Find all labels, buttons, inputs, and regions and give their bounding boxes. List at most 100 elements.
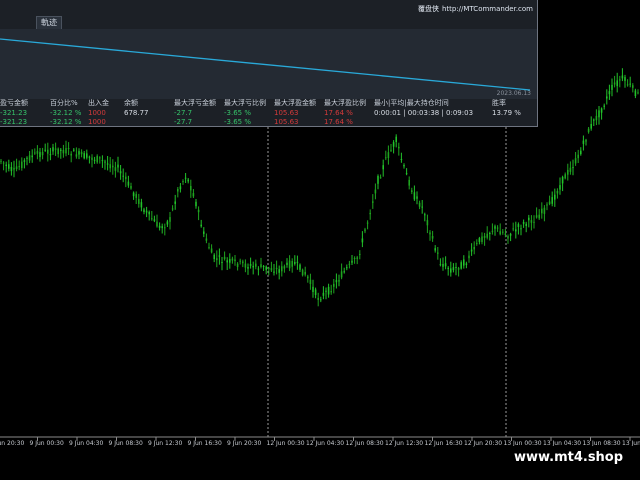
candle-body [507,236,509,239]
time-tick-label: 12 Jun 12:30 [385,440,424,447]
candle-body [252,265,254,268]
stat-cell: -27.7 [174,118,193,126]
candle-body [294,262,296,264]
candle-body [31,155,33,158]
candle-body [439,264,442,266]
stat-cell: 1000 [88,109,106,117]
candle-body [411,190,413,192]
candle-body [41,152,44,156]
candle-body [23,160,26,162]
candle-body [67,148,70,149]
candle-body [96,155,98,163]
candle-body [47,149,49,154]
candle-body [171,208,174,210]
candle-body [49,154,52,156]
candle-body [322,292,325,296]
candle-body [489,233,491,234]
time-tick-label: 12 Jun 16:30 [424,440,463,447]
candle-body [132,192,135,197]
stat-cell: -27.7 [174,109,193,117]
stat-cell: 百分比% [50,99,78,107]
candle-body [161,226,163,229]
candle-body [403,165,405,167]
candle-body [616,80,618,87]
stat-cell: 最大浮亏比例 [224,99,266,107]
candle-body [343,271,345,273]
candle-body [2,162,5,164]
equity-line [0,38,531,91]
candle-body [174,201,176,204]
candle-body [203,231,205,234]
tab-track[interactable]: 軌迹 [36,16,62,29]
candle-body [494,226,496,229]
candle-body [473,247,475,250]
candle-body [369,212,371,215]
candle-body [442,264,444,267]
candle-body [192,193,195,197]
candle-body [351,260,353,263]
candle-body [307,276,309,279]
candle-body [361,238,364,243]
candle-body [34,152,36,154]
candle-body [208,247,210,249]
brand-link[interactable]: 覆盘侠 http://MTCommander.com [418,4,533,14]
candle-body [374,189,377,194]
candle-body [62,150,65,154]
candle-body [606,96,608,99]
candle-body [504,233,507,235]
equity-date: 2023.06.13 [496,90,531,97]
candle-body [574,158,577,164]
candle-body [86,153,88,158]
candle-body [278,269,280,273]
candle-body [75,154,78,157]
candle-body [580,150,582,155]
stat-cell: 17.64 % [324,109,353,117]
candle-body [624,77,626,81]
candle-body [387,152,390,158]
candle-body [5,164,7,166]
candle-body [320,299,322,301]
candle-body [382,165,384,170]
candle-body [119,171,122,174]
candle-body [52,147,54,152]
candle-body [156,221,158,227]
candle-body [78,151,80,155]
time-tick-label: 9 Jun 04:30 [69,440,104,447]
candle-body [114,167,117,171]
candle-body [353,258,356,259]
candle-body [190,186,192,191]
candle-body [437,252,439,254]
time-tick-label: 12 Jun 00:30 [266,440,305,447]
candle-body [312,286,314,292]
stat-cell: 13.79 % [492,109,521,117]
candle-body [91,157,93,160]
stat-cell: -3.65 % [224,109,251,117]
candle-body [525,223,527,226]
candle-body [244,263,247,268]
candle-body [88,156,91,158]
candle-body [486,233,488,238]
candle-body [338,280,340,282]
stat-cell: -3.65 % [224,118,251,126]
candle-body [273,271,275,273]
candle-body [249,264,252,266]
candle-body [421,206,423,208]
candle-body [346,267,348,269]
candle-body [632,85,634,88]
candle-body [450,268,452,273]
candle-body [483,235,486,238]
time-tick-label: 9 Jun 12:30 [148,440,183,447]
brand-url[interactable]: http://MTCommander.com [442,5,533,13]
candle-body [340,271,343,278]
candle-body [515,229,517,232]
candle-body [166,221,169,225]
candle-body [457,268,460,270]
stat-cell: 盈亏金额 [0,99,28,107]
candle-body [603,105,605,107]
candle-body [533,221,535,223]
time-tick-label: 12 Jun 04:30 [306,440,345,447]
candle-body [83,153,85,159]
candle-body [296,261,299,263]
time-tick-label: 12 Jun 08:30 [345,440,384,447]
candle-body [125,176,127,180]
